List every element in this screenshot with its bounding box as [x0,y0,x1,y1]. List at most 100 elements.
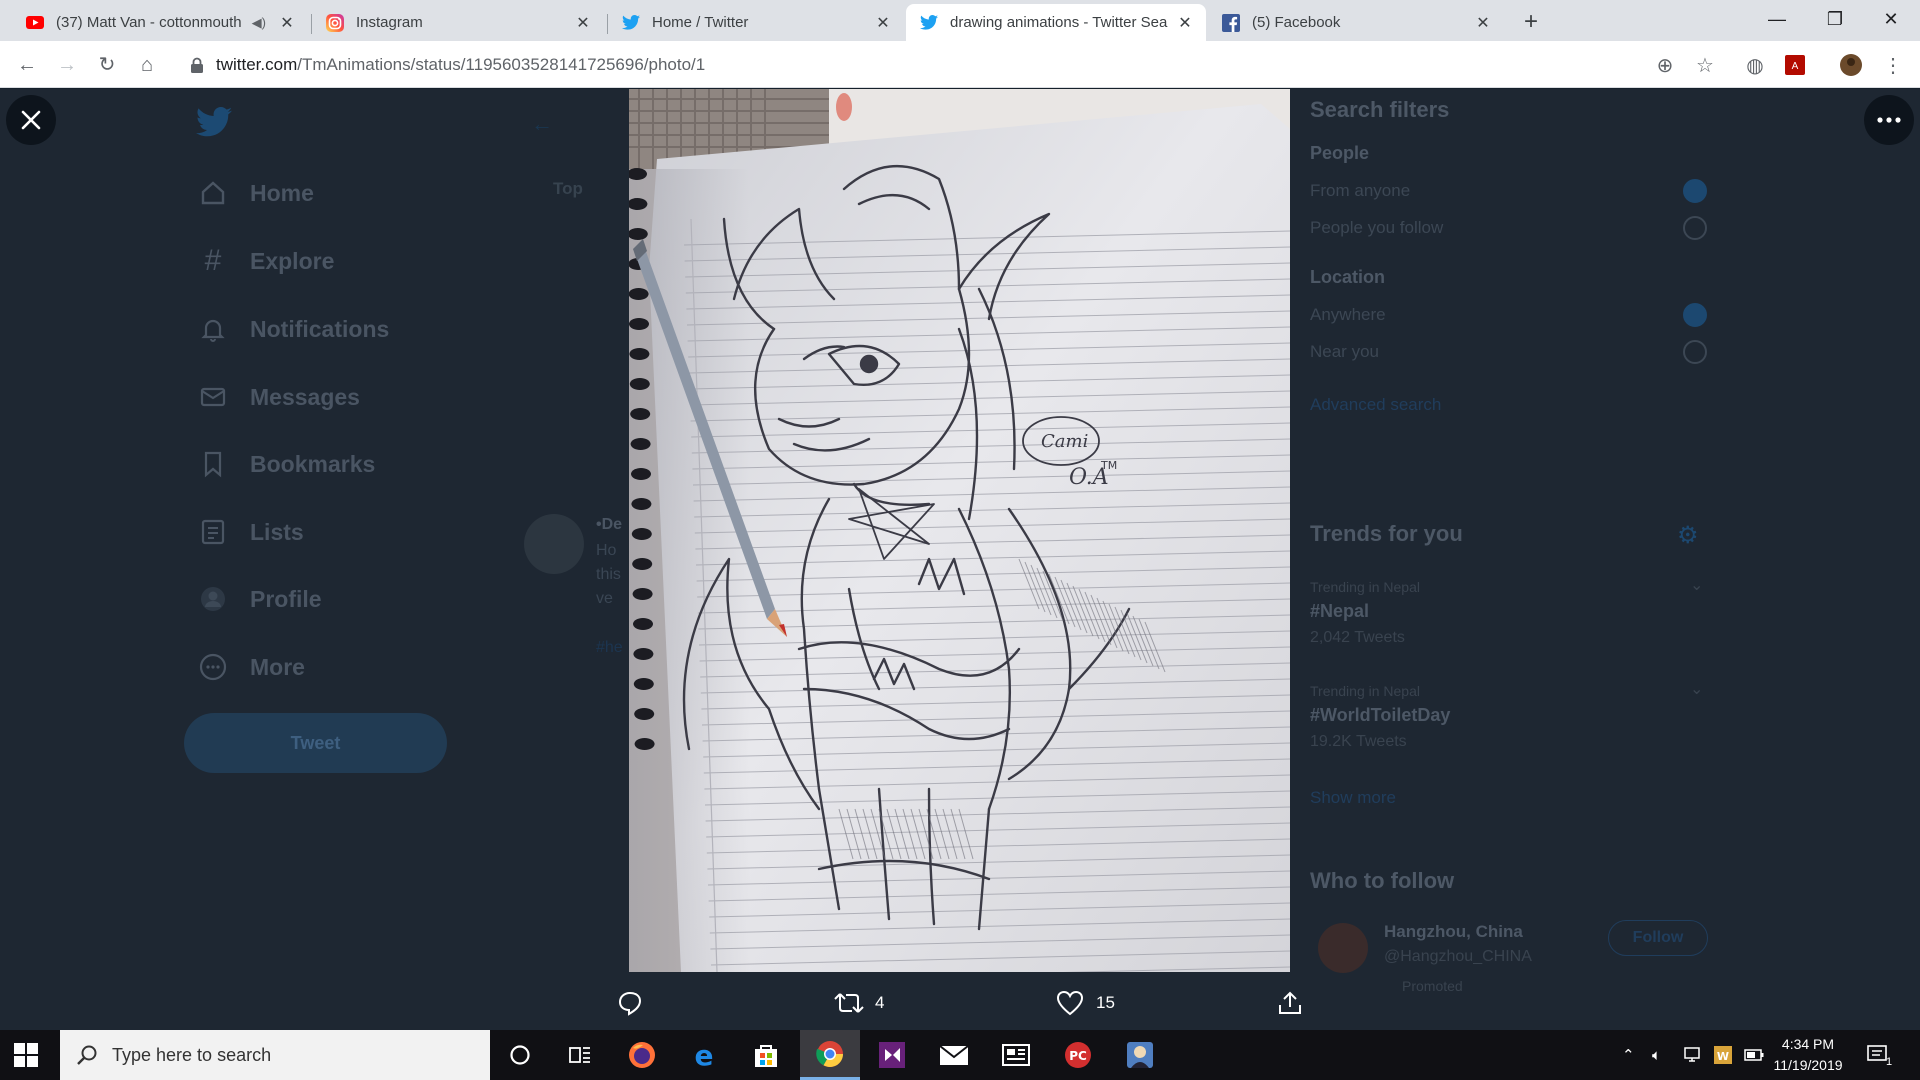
like-button[interactable]: 15 [1054,985,1115,1021]
store-icon[interactable] [738,1030,794,1080]
nav-profile[interactable]: Profile [196,579,322,619]
tab-twitter-home[interactable]: Home / Twitter ✕ [608,4,904,41]
nav-label: Explore [250,247,335,274]
share-button[interactable] [1274,985,1316,1021]
reply-button[interactable] [614,985,656,1021]
nav-label: Messages [250,383,360,410]
nav-lists[interactable]: Lists [196,512,304,552]
close-window-icon[interactable]: ✕ [1862,0,1920,41]
trend-tag[interactable]: #WorldToiletDay [1310,705,1450,726]
advanced-search-link[interactable]: Advanced search [1310,395,1441,415]
zoom-icon[interactable]: ⊕ [1652,52,1678,78]
bookmark-star-icon[interactable]: ☆ [1692,52,1718,78]
filter-near-you[interactable]: Near you [1310,342,1379,362]
restore-icon[interactable]: ❐ [1806,0,1864,41]
radio-people-you-follow[interactable] [1683,216,1707,240]
reload-icon[interactable]: ↻ [92,50,122,80]
address-bar-row: ← → ↻ ⌂ twitter.com/TmAnimations/status/… [0,41,1920,88]
avatar[interactable] [524,514,584,574]
tweet-button[interactable]: Tweet [184,713,447,773]
nav-messages[interactable]: Messages [196,377,360,417]
cortana-icon[interactable] [492,1030,548,1080]
home-button-icon[interactable]: ⌂ [132,50,162,80]
game-app-icon[interactable] [1112,1030,1168,1080]
nav-label: Lists [250,518,304,545]
back-arrow-icon[interactable]: ← [531,111,553,137]
close-tab-icon[interactable]: ✕ [1474,13,1492,33]
radio-near-you[interactable] [1683,340,1707,364]
office-icon[interactable]: W [1714,1030,1732,1080]
profile-avatar-icon[interactable] [1838,52,1864,78]
radio-anywhere[interactable] [1683,303,1707,327]
volume-icon[interactable]: 🔈︎ [1652,1030,1661,1080]
edge-icon[interactable]: e [676,1030,732,1080]
speaker-icon[interactable]: ◀) [252,15,266,31]
back-icon[interactable]: ← [12,50,42,80]
nav-more[interactable]: More [196,647,305,687]
tab-instagram[interactable]: Instagram ✕ [312,4,604,41]
follow-suggestion-name[interactable]: Hangzhou, China [1384,922,1523,942]
tab-twitter-search[interactable]: drawing animations - Twitter Sea ✕ [906,4,1206,41]
nav-explore[interactable]: # Explore [196,241,335,281]
svg-text:PC: PC [1069,1049,1087,1063]
close-tab-icon[interactable]: ✕ [874,13,892,33]
url-field[interactable]: twitter.com/TmAnimations/status/11956035… [176,47,1736,83]
news-icon[interactable] [988,1030,1044,1080]
firefox-icon[interactable] [614,1030,670,1080]
tweet-text-fragment: Ho [596,542,617,559]
close-tab-icon[interactable]: ✕ [1176,13,1194,33]
windows-start-icon[interactable] [14,1043,38,1067]
chevron-down-icon[interactable]: ⌄ [1690,575,1703,595]
nav-home[interactable]: Home [196,173,314,213]
nav-notifications[interactable]: Notifications [196,309,389,349]
more-options-icon[interactable] [1864,95,1914,145]
lock-icon [191,57,203,73]
tab-facebook[interactable]: (5) Facebook ✕ [1208,4,1504,41]
trend-count: 19.2K Tweets [1310,733,1407,750]
close-viewer-icon[interactable] [6,95,56,145]
avatar[interactable] [1318,923,1368,973]
tab-top[interactable]: Top [553,179,583,199]
show-more-link[interactable]: Show more [1310,788,1396,808]
chrome-icon[interactable] [800,1030,860,1080]
pdf-extension-icon[interactable]: A [1782,52,1808,78]
clock-time: 4:34 PM [1781,1036,1835,1052]
instagram-icon [326,13,344,32]
tweet-text-fragment: this [596,566,621,583]
taskbar-search-field[interactable]: Type here to search [60,1030,490,1080]
notification-center-icon[interactable]: 1 [1866,1030,1892,1080]
network-icon[interactable] [1684,1030,1704,1080]
gear-icon[interactable]: ⚙ [1677,521,1699,550]
follow-button[interactable]: Follow [1608,920,1708,956]
like-count: 15 [1096,993,1115,1012]
forward-icon[interactable]: → [52,50,82,80]
radio-from-anyone[interactable] [1683,179,1707,203]
signature-tm: TM [1100,459,1117,472]
menu-kebab-icon[interactable]: ⋮ [1880,52,1906,78]
chevron-down-icon[interactable]: ⌄ [1690,679,1703,699]
windows-taskbar: Type here to search e PC ⌃ 🔈︎ W 4:34 PM … [0,1030,1920,1080]
nav-bookmarks[interactable]: Bookmarks [196,444,375,484]
mail-icon[interactable] [926,1030,982,1080]
retweet-count: 4 [875,993,885,1012]
tray-chevron-up-icon[interactable]: ⌃ [1622,1030,1635,1080]
taskbar-clock[interactable]: 4:34 PM 11/19/2019 [1760,1034,1856,1076]
retweet-button[interactable]: 4 [833,985,884,1021]
minimize-icon[interactable]: — [1748,0,1806,41]
more-circle-icon [196,650,230,684]
filter-from-anyone[interactable]: From anyone [1310,181,1410,201]
new-tab-icon[interactable]: + [1516,8,1546,38]
close-tab-icon[interactable]: ✕ [278,13,296,33]
tab-youtube[interactable]: (37) Matt Van - cottonmouth ◀) ✕ [12,4,308,41]
filter-people-you-follow[interactable]: People you follow [1310,218,1443,238]
close-tab-icon[interactable]: ✕ [574,13,592,33]
visual-studio-icon[interactable] [864,1030,920,1080]
filter-anywhere[interactable]: Anywhere [1310,305,1386,325]
trend-tag[interactable]: #Nepal [1310,601,1369,622]
pc-app-icon[interactable]: PC [1050,1030,1106,1080]
globe-extension-icon[interactable]: ◍ [1742,52,1768,78]
taskbar-search-placeholder: Type here to search [112,1044,272,1065]
task-view-icon[interactable] [552,1030,608,1080]
twitter-logo-icon[interactable] [196,105,232,139]
reply-icon [614,987,646,1019]
